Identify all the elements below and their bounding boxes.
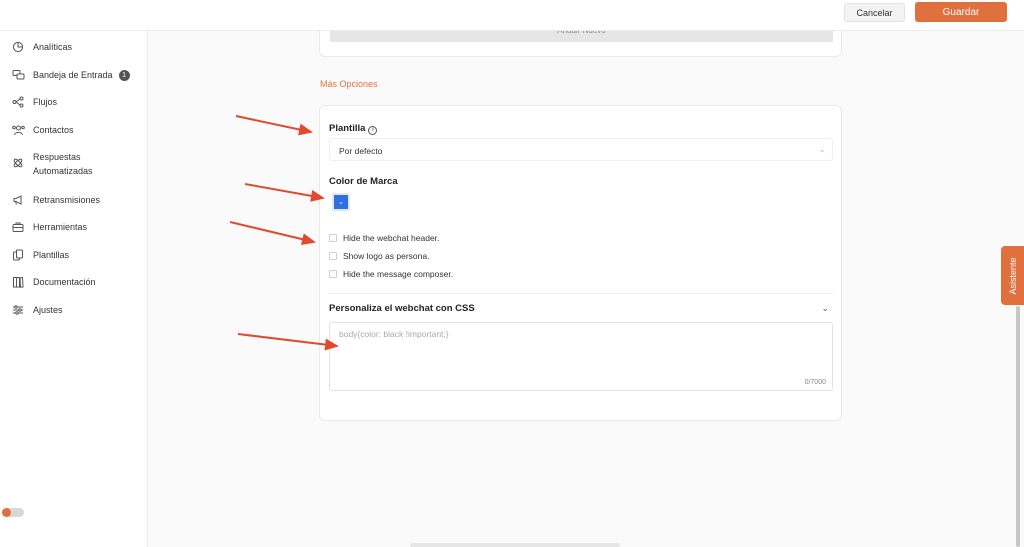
template-select[interactable]: Por defecto ⌄ (329, 138, 833, 161)
sidebar-item-analiticas[interactable]: Analíticas (11, 40, 72, 54)
checkbox[interactable] (329, 252, 337, 260)
atom-icon (11, 156, 25, 170)
checkbox-label: Hide the message composer. (343, 269, 454, 279)
sidebar-item-ajustes[interactable]: Ajustes (11, 303, 63, 317)
sidebar-item-label: Bandeja de Entrada (33, 70, 113, 80)
sidebar-item-label: Retransmisiones (33, 195, 101, 205)
sidebar-item-label-group: Respuestas Automatizadas (33, 150, 93, 178)
arrow-to-brand-color (244, 183, 325, 202)
theme-toggle[interactable] (2, 508, 24, 517)
sidebar-item-retransmisiones[interactable]: Retransmisiones (11, 193, 100, 207)
sidebar-item-flujos[interactable]: Flujos (11, 95, 57, 109)
sidebar: Analíticas Bandeja de Entrada 1 Flujos C… (0, 31, 148, 547)
sidebar-item-label: Respuestas (33, 152, 81, 162)
scrollbar[interactable] (1016, 306, 1020, 547)
sidebar-item-label: Ajustes (33, 305, 63, 315)
divider (329, 293, 833, 294)
books-icon (11, 275, 25, 289)
cancel-button[interactable]: Cancelar (844, 3, 905, 22)
bottom-bar (410, 543, 620, 547)
checkbox-label: Hide the webchat header. (343, 233, 440, 243)
contacts-icon (11, 123, 25, 137)
save-button[interactable]: Guardar (915, 2, 1007, 22)
sidebar-item-documentacion[interactable]: Documentación (11, 275, 96, 289)
sidebar-item-plantillas[interactable]: Plantillas (11, 248, 69, 262)
sidebar-item-respuestas[interactable]: Respuestas Automatizadas (11, 150, 93, 178)
sidebar-item-label: Automatizadas (33, 166, 93, 176)
megaphone-icon (11, 193, 25, 207)
sidebar-item-contactos[interactable]: Contactos (11, 123, 74, 137)
custom-css-textarea[interactable]: body{color: black !important;} 0/7000 (329, 322, 833, 391)
sidebar-item-label: Herramientas (33, 222, 88, 232)
pie-chart-icon (11, 40, 25, 54)
brand-color-label: Color de Marca (329, 176, 398, 187)
templates-icon (11, 248, 25, 262)
chevron-down-icon: ⌄ (338, 199, 344, 206)
chevron-down-icon: ⌄ (818, 144, 826, 154)
checkbox-logo-persona[interactable]: Show logo as persona. (329, 251, 429, 261)
sidebar-item-label: Contactos (33, 125, 74, 135)
add-new-button[interactable]: Añadir Nuevo (330, 31, 833, 42)
assistant-tab-label: Asistente (1007, 256, 1018, 295)
checkbox[interactable] (329, 234, 337, 242)
checkbox-label: Show logo as persona. (343, 251, 430, 261)
top-bar: Cancelar Guardar (0, 0, 1024, 31)
chevron-down-icon: ⌄ (821, 303, 829, 313)
more-options-heading[interactable]: Más Opciones (320, 79, 378, 89)
checkbox-hide-header[interactable]: Hide the webchat header. (329, 233, 439, 243)
sidebar-item-label: Analíticas (33, 42, 73, 52)
css-section-toggle[interactable]: Personaliza el webchat con CSS ⌄ (329, 303, 833, 314)
sliders-icon (11, 303, 25, 317)
unread-badge: 1 (118, 69, 130, 81)
template-label-row: Plantilla i (329, 123, 378, 135)
arrow-to-checkboxes (229, 221, 316, 246)
sidebar-item-herramientas[interactable]: Herramientas (11, 220, 87, 234)
assistant-tab[interactable]: Asistente (1001, 246, 1024, 305)
sidebar-item-label: Documentación (33, 277, 96, 287)
sidebar-item-bandeja[interactable]: Bandeja de Entrada 1 (11, 68, 130, 82)
more-options-card: Plantilla i Por defecto ⌄ Color de Marca … (319, 105, 842, 421)
css-placeholder: body{color: black !important;} (339, 329, 449, 339)
arrow-to-template (235, 115, 313, 136)
css-section-title: Personaliza el webchat con CSS (329, 303, 475, 314)
info-icon[interactable]: i (368, 126, 378, 135)
checkbox[interactable] (329, 270, 337, 278)
template-select-value: Por defecto (339, 146, 383, 156)
template-label: Plantilla (329, 123, 366, 134)
chat-bubbles-icon (11, 68, 25, 82)
character-counter: 0/7000 (804, 379, 826, 386)
toolbox-icon (11, 220, 25, 234)
brand-color-picker[interactable]: ⌄ (332, 193, 350, 211)
flow-icon (11, 95, 25, 109)
sidebar-item-label: Plantillas (33, 250, 70, 260)
previous-card: Añadir Nuevo (319, 31, 842, 57)
sidebar-item-label: Flujos (33, 97, 58, 107)
checkbox-hide-composer[interactable]: Hide the message composer. (329, 269, 453, 279)
